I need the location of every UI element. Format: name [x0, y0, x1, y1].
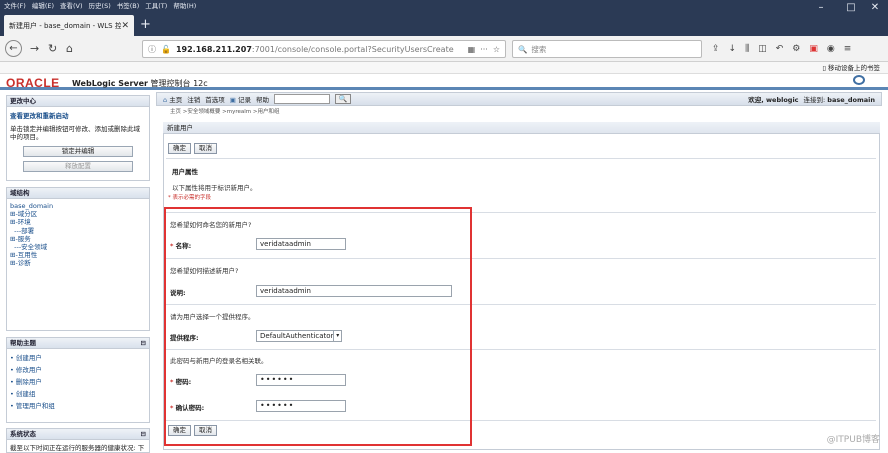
help-link[interactable]: • 创建用户 — [10, 352, 146, 364]
system-status-title: 系统状态 ⊟ — [7, 429, 149, 440]
watermark: @ITPUB博客 — [826, 435, 880, 445]
top-button-group: 确定 取消 — [168, 143, 217, 154]
help-link[interactable]: • 删除用户 — [10, 376, 146, 388]
console-toolbar: ⌂ 主页 注销 首选项 ▣ 记录 帮助 🔍 欢迎, weblogic 连接到: … — [156, 92, 882, 106]
window-close-icon[interactable]: ✕ — [860, 2, 888, 14]
download-icon[interactable]: ↓ — [729, 42, 737, 56]
tree-item[interactable]: ⊞-诊断 — [10, 259, 146, 267]
change-center-desc: 单击锁定并编辑按钮可修改、添加或删除此域中的项目。 — [10, 125, 140, 141]
url-text: 192.168.211.207:7001/console/console.por… — [175, 44, 454, 54]
search-placeholder: 搜索 — [531, 44, 547, 54]
oracle-globe-icon — [853, 75, 865, 85]
info-icon[interactable]: ⓘ — [148, 44, 156, 55]
more-icon[interactable]: ··· — [480, 45, 488, 54]
welcome-text: 欢迎, weblogic — [748, 96, 799, 104]
record-link[interactable]: ▣ 记录 — [230, 94, 251, 104]
qr-icon[interactable]: ▦ — [468, 45, 476, 54]
domain-tree: base_domain ⊞-域分区 ⊞-环境 ---部署 ⊞-服务 ---安全领… — [7, 199, 149, 271]
section-title: 用户属性 — [172, 168, 198, 176]
pocket-icon[interactable]: ▣ — [809, 42, 818, 56]
menu-view[interactable]: 查看(V) — [60, 0, 83, 12]
console-search-button[interactable]: 🔍 — [334, 94, 351, 104]
preferences-link[interactable]: 首选项 — [205, 94, 225, 104]
release-config-button[interactable]: 释放配置 — [23, 161, 133, 172]
browser-tab[interactable]: 新建用户 - base_domain - WLS 控 ✕ — [4, 15, 134, 36]
insecure-lock-icon: 🔓 — [161, 44, 171, 54]
tree-item[interactable]: ⊞-环境 — [10, 218, 146, 226]
minimize-icon[interactable]: – — [806, 2, 836, 14]
divider — [166, 158, 876, 159]
tree-item[interactable]: ---部署 — [10, 227, 146, 235]
console-title: WebLogic Server 管理控制台 12c — [72, 79, 208, 88]
toolbar-icons: ⇪ ↓ ⫼ ◫ ↶ ⚙ ▣ ◉ ≡ — [712, 42, 851, 56]
menu-tools[interactable]: 工具(T) — [145, 0, 167, 12]
help-link[interactable]: • 管理用户和组 — [10, 400, 146, 412]
collapse-icon[interactable]: ⊟ — [141, 338, 146, 348]
tab-close-icon[interactable]: ✕ — [121, 21, 129, 31]
record-icon: ▣ — [229, 96, 236, 104]
mobile-bookmarks[interactable]: ▯ 移动设备上的书签 — [822, 62, 880, 74]
menu-edit[interactable]: 编辑(E) — [32, 0, 54, 12]
menu-history[interactable]: 历史(S) — [89, 0, 111, 12]
menu-help[interactable]: 帮助(H) — [173, 0, 196, 12]
library-icon[interactable]: ⫼ — [745, 42, 749, 56]
help-topics-title: 帮助主题 ⊟ — [7, 338, 149, 349]
connected-text: 连接到: base_domain — [803, 96, 875, 104]
highlight-box — [164, 207, 472, 446]
lock-and-edit-button[interactable]: 锁定并编辑 — [23, 146, 133, 157]
settings-gear-icon[interactable]: ⚙ — [792, 42, 800, 56]
browser-menubar: 文件(F) 编辑(E) 查看(V) 历史(S) 书签(B) 工具(T) 帮助(H… — [0, 0, 196, 12]
domain-structure-panel: 域结构 base_domain ⊞-域分区 ⊞-环境 ---部署 ⊞-服务 --… — [6, 187, 150, 331]
help-list: • 创建用户 • 修改用户 • 删除用户 • 创建组 • 管理用户和组 — [7, 349, 149, 415]
breadcrumb: 主页 >安全领域概要 >myrealm >用户和组 — [170, 109, 280, 115]
oracle-logo: ORACLE — [6, 76, 60, 90]
account-icon[interactable]: ◉ — [827, 42, 835, 56]
help-link[interactable]: • 创建组 — [10, 388, 146, 400]
help-link[interactable]: 帮助 — [256, 94, 269, 104]
change-center-panel: 更改中心 查看更改和重新启动 单击锁定并编辑按钮可修改、添加或删除此域中的项目。… — [6, 95, 150, 181]
menu-file[interactable]: 文件(F) — [4, 0, 26, 12]
bookmark-star-icon[interactable]: ☆ — [493, 45, 500, 54]
back-icon[interactable]: ← — [5, 40, 22, 57]
home-link[interactable]: ⌂ 主页 — [163, 94, 182, 104]
search-bar[interactable]: 🔍 搜索 — [512, 40, 702, 58]
cancel-button[interactable]: 取消 — [194, 143, 217, 154]
tree-item[interactable]: ---安全领域 — [10, 243, 146, 251]
url-bar[interactable]: ⓘ 🔓 192.168.211.207:7001/console/console… — [142, 40, 506, 58]
reload-icon[interactable]: ↻ — [48, 41, 57, 57]
hamburger-menu-icon[interactable]: ≡ — [844, 42, 852, 56]
tree-item[interactable]: ⊞-服务 — [10, 235, 146, 243]
domain-structure-title: 域结构 — [7, 188, 149, 199]
undo-icon[interactable]: ↶ — [776, 42, 784, 56]
new-tab-icon[interactable]: + — [140, 17, 151, 33]
help-link[interactable]: • 修改用户 — [10, 364, 146, 376]
tab-title: 新建用户 - base_domain - WLS 控 — [9, 21, 122, 30]
change-center-title: 更改中心 — [7, 96, 149, 107]
logout-link[interactable]: 注销 — [187, 94, 200, 104]
view-changes-link[interactable]: 查看更改和重新启动 — [7, 107, 149, 123]
console-search-input[interactable] — [273, 94, 330, 104]
bookmark-bar — [0, 62, 888, 74]
sidebar-icon[interactable]: ◫ — [758, 42, 767, 56]
system-status-desc: 截至以下时间正在运行的服务器的健康状况: 下 — [10, 444, 145, 452]
collapse-icon[interactable]: ⊟ — [141, 429, 146, 439]
ok-button[interactable]: 确定 — [168, 143, 191, 154]
section-desc: 以下属性将用于标识新用户。 — [172, 184, 257, 192]
help-topics-panel: 帮助主题 ⊟ • 创建用户 • 修改用户 • 删除用户 • 创建组 • 管理用户和… — [6, 337, 150, 423]
home-icon[interactable]: ⌂ — [66, 41, 73, 57]
sync-icon[interactable]: ⇪ — [712, 42, 720, 56]
page-title: 新建用户 — [163, 122, 880, 134]
required-note: * 表示必需的字段 — [168, 195, 211, 201]
house-icon: ⌂ — [163, 96, 168, 104]
tree-item[interactable]: base_domain — [10, 202, 146, 210]
forward-icon[interactable]: → — [30, 41, 39, 57]
search-icon: 🔍 — [518, 44, 528, 54]
system-status-panel: 系统状态 ⊟ 截至以下时间正在运行的服务器的健康状况: 下 — [6, 428, 150, 453]
menu-bookmarks[interactable]: 书签(B) — [117, 0, 140, 12]
